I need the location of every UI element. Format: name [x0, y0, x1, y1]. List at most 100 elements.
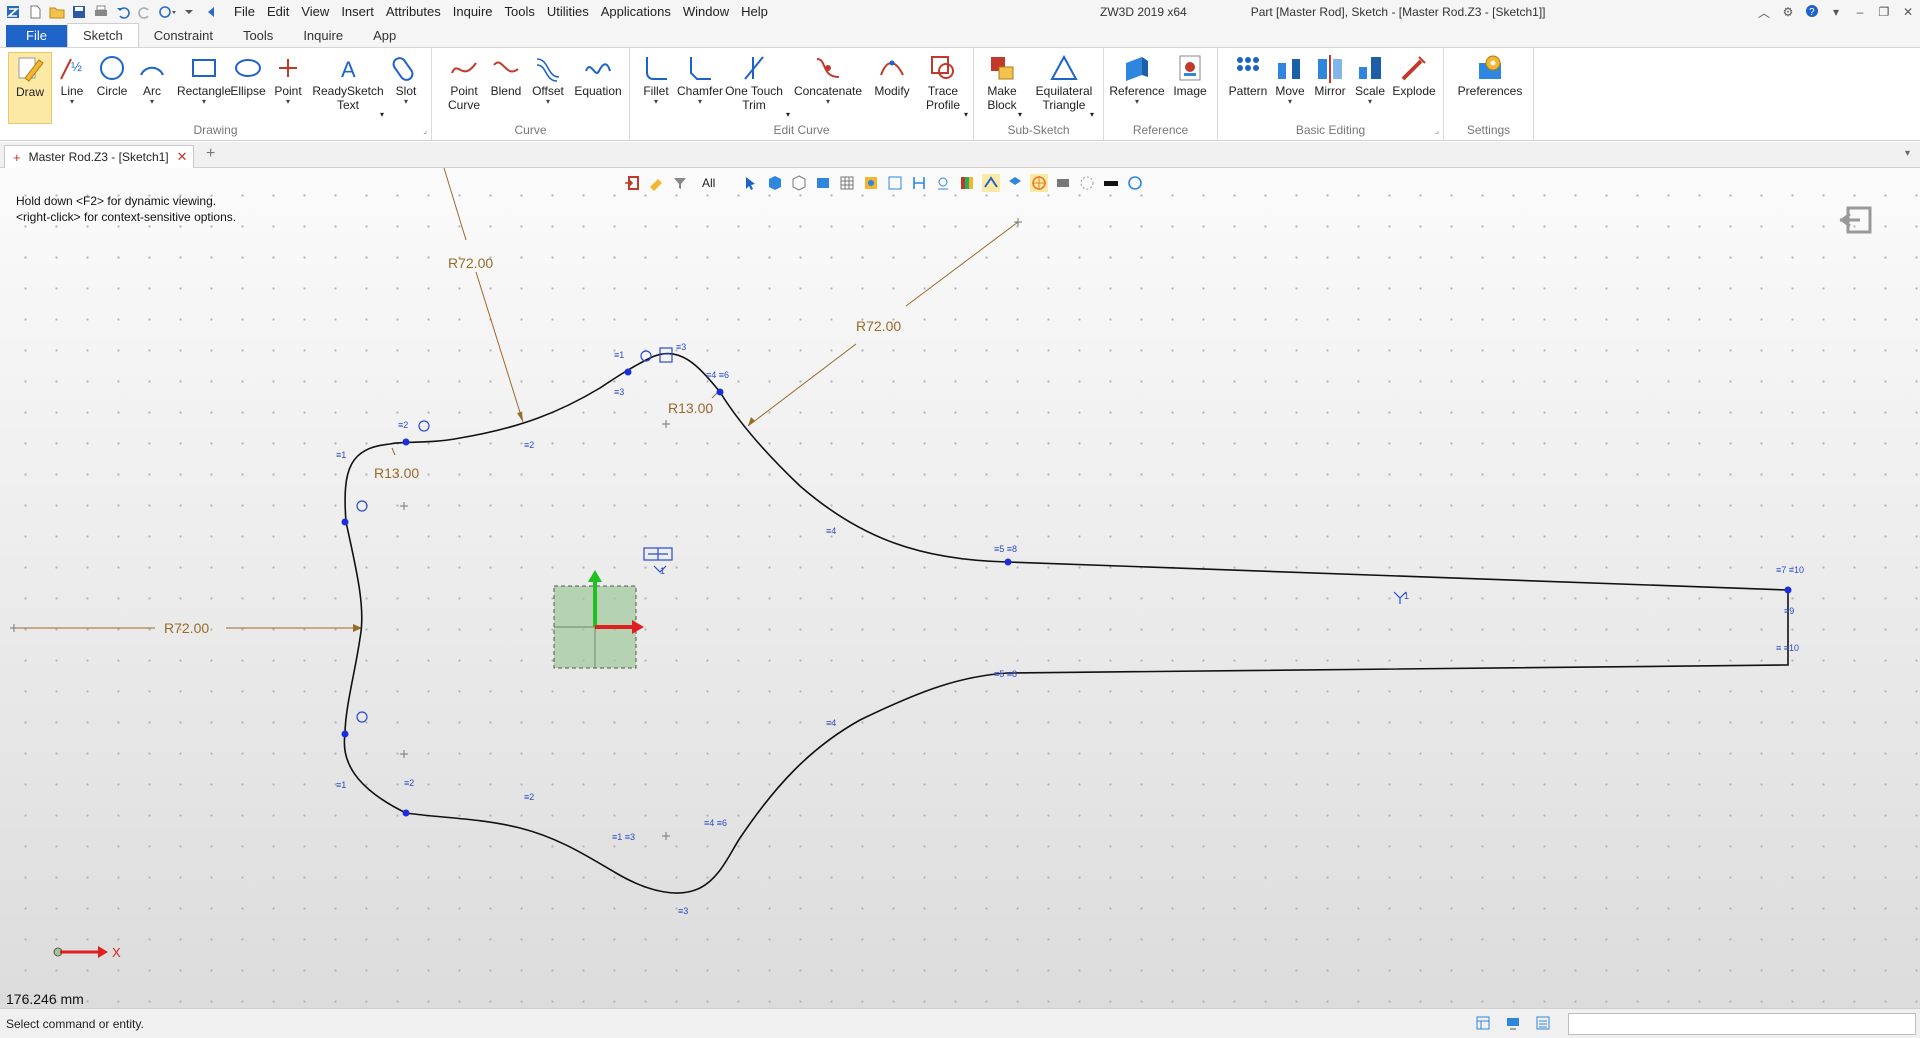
trace-profile-button[interactable]: Trace Profile — [918, 52, 968, 112]
menu-file[interactable]: File — [228, 0, 261, 24]
circle-button[interactable]: Circle — [90, 52, 134, 98]
constraint-label: ≡5 ≡8 — [994, 544, 1017, 554]
readysketch-text-button[interactable]: A ReadySketch Text — [312, 52, 383, 112]
trace-profile-icon — [927, 52, 959, 84]
undo-icon[interactable] — [114, 3, 132, 21]
constraint-label: ≡7 ≡10 — [1776, 565, 1804, 575]
dimension-leader-r13-left — [391, 447, 396, 456]
menu-inquire[interactable]: Inquire — [447, 0, 499, 24]
mirror-button[interactable]: Mirror — [1308, 52, 1352, 98]
point-button[interactable]: Point ▾ — [266, 52, 310, 106]
settings-gear-icon[interactable]: ⚙ — [1776, 5, 1800, 19]
rectangle-button[interactable]: Rectangle ▾ — [176, 52, 232, 106]
rebuild-icon[interactable] — [158, 3, 176, 21]
constraint-label: ≡ ≡10 — [1776, 643, 1799, 653]
menu-help[interactable]: Help — [735, 0, 774, 24]
menu-tools[interactable]: Tools — [499, 0, 541, 24]
close-icon[interactable]: ✕ — [1896, 5, 1920, 19]
preferences-button[interactable]: Preferences — [1458, 52, 1522, 98]
sketch-canvas[interactable]: All Hold down <F2> for dynamic viewing. … — [0, 168, 1920, 1008]
point-curve-button[interactable]: Point Curve — [438, 52, 490, 112]
status-list-icon[interactable] — [1534, 1015, 1552, 1031]
exit-sketch-canvas-icon[interactable] — [1839, 206, 1872, 234]
one-touch-trim-button[interactable]: One Touch Trim — [725, 52, 783, 112]
trace-dropdown-icon[interactable]: ▾ — [964, 110, 968, 119]
line-button[interactable]: ½ Line ▾ — [50, 52, 94, 106]
back-arrow-icon[interactable] — [202, 3, 220, 21]
pin-plus-icon[interactable]: + — [13, 150, 21, 165]
tab-list-chevron-icon[interactable]: ▾ — [1905, 148, 1910, 159]
make-block-button[interactable]: Make Block — [980, 52, 1024, 112]
save-icon[interactable] — [70, 3, 88, 21]
image-button[interactable]: Image — [1168, 52, 1212, 98]
close-tab-icon[interactable]: ✕ — [177, 149, 188, 165]
ellipse-button[interactable]: Ellipse — [226, 52, 270, 98]
chamfer-button[interactable]: Chamfer ▾ — [677, 52, 723, 106]
concatenate-button[interactable]: Concatenate ▾ — [794, 52, 862, 106]
tab-app[interactable]: App — [358, 25, 411, 47]
customize-chevron-icon[interactable] — [180, 3, 198, 21]
menu-utilities[interactable]: Utilities — [541, 0, 595, 24]
offset-button[interactable]: Offset ▾ — [526, 52, 570, 106]
tab-file[interactable]: File — [6, 25, 67, 47]
vertex-point — [1004, 558, 1012, 566]
arrowhead-top-left — [517, 412, 523, 422]
fillet-icon — [640, 52, 672, 84]
slot-button[interactable]: Slot ▾ — [384, 52, 428, 106]
app-logo-icon[interactable] — [4, 3, 22, 21]
readysketch-dropdown-icon[interactable]: ▾ — [380, 110, 384, 119]
pattern-button[interactable]: Pattern — [1226, 52, 1270, 98]
group-drawing: Draw ½ Line ▾ Circle Arc ▾ Rectangle ▾ Elli… — [0, 48, 432, 141]
move-button[interactable]: Move ▾ — [1268, 52, 1312, 106]
blend-button[interactable]: Blend — [484, 52, 528, 98]
menu-insert[interactable]: Insert — [335, 0, 380, 24]
coordinate-triad[interactable] — [553, 570, 644, 669]
tangent-constraint-icon — [356, 500, 368, 512]
restore-icon[interactable]: ❐ — [1872, 5, 1896, 19]
explode-button[interactable]: Explode — [1392, 52, 1436, 98]
tab-constraint[interactable]: Constraint — [139, 25, 228, 47]
arc-button[interactable]: Arc ▾ — [130, 52, 174, 106]
redo-icon[interactable] — [136, 3, 154, 21]
collapse-ribbon-icon[interactable]: ︿ — [1752, 4, 1776, 21]
tab-sketch[interactable]: Sketch — [66, 23, 139, 47]
fillet-button[interactable]: Fillet ▾ — [634, 52, 678, 106]
new-file-icon[interactable] — [26, 3, 44, 21]
make-block-dropdown-icon[interactable]: ▾ — [1018, 110, 1022, 119]
status-layout-icon[interactable] — [1474, 1015, 1492, 1031]
draw-button[interactable]: Draw — [8, 52, 52, 124]
group-label-reference: Reference — [1132, 123, 1189, 137]
equation-button[interactable]: Equation — [572, 52, 624, 98]
reference-icon — [1121, 52, 1153, 84]
menu-view[interactable]: View — [295, 0, 335, 24]
scale-button[interactable]: Scale ▾ — [1348, 52, 1392, 106]
menu-edit[interactable]: Edit — [261, 0, 295, 24]
menu-applications[interactable]: Applications — [595, 0, 677, 24]
dimension-r72-top-right: R72.00 — [856, 318, 901, 334]
print-icon[interactable] — [92, 3, 110, 21]
reference-button[interactable]: Reference ▾ — [1108, 52, 1166, 106]
drawing-launcher-icon[interactable]: ⌟ — [423, 126, 427, 135]
open-folder-icon[interactable] — [48, 3, 66, 21]
menu-window[interactable]: Window — [677, 0, 735, 24]
tab-inquire[interactable]: Inquire — [288, 25, 358, 47]
axis-indicator: X — [53, 945, 121, 960]
new-tab-plus-icon[interactable]: + — [206, 145, 215, 163]
minimize-icon[interactable]: – — [1848, 5, 1872, 19]
modify-button[interactable]: Modify — [870, 52, 914, 98]
triangle-dropdown-icon[interactable]: ▾ — [1090, 110, 1094, 119]
document-tab[interactable]: + Master Rod.Z3 - [Sketch1] ✕ — [4, 145, 194, 168]
equilateral-triangle-button[interactable]: Equilateral Triangle — [1030, 52, 1098, 112]
tab-tools[interactable]: Tools — [228, 25, 288, 47]
help-icon[interactable]: ? — [1800, 4, 1824, 21]
y-axis-arrowhead — [588, 570, 602, 582]
basic-editing-launcher-icon[interactable]: ⌟ — [1435, 126, 1439, 135]
help-dropdown-icon[interactable]: ▾ — [1824, 5, 1848, 19]
arrowhead-top-right — [748, 417, 755, 426]
menu-attributes[interactable]: Attributes — [380, 0, 447, 24]
command-input[interactable] — [1568, 1013, 1916, 1035]
window-controls: ︿ ⚙ ? ▾ – ❐ ✕ — [1752, 0, 1920, 24]
status-monitor-icon[interactable] — [1504, 1015, 1522, 1031]
measurement-readout: 176.246 mm — [6, 991, 84, 1007]
trim-dropdown-icon[interactable]: ▾ — [786, 110, 790, 119]
